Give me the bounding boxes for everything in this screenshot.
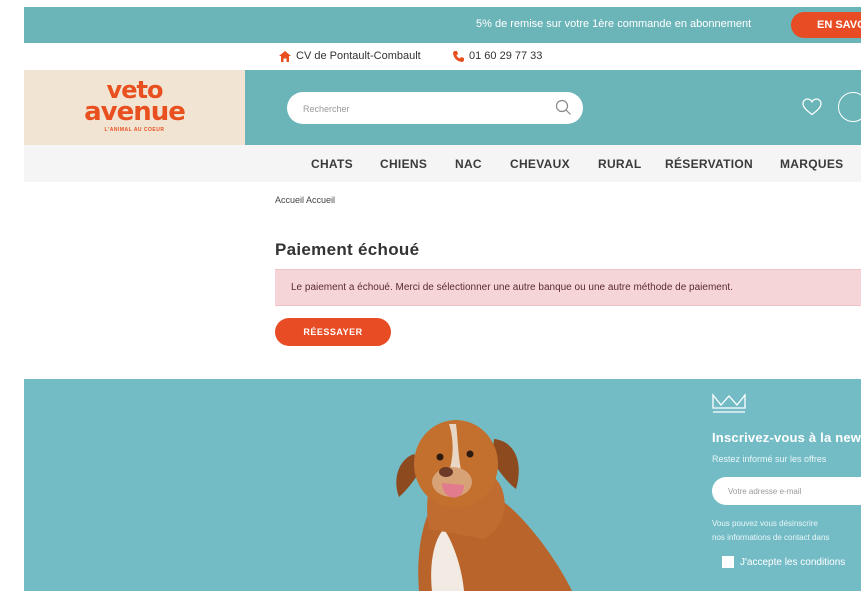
newsletter-note-line-1: Vous pouvez vous désinscrire xyxy=(712,519,818,528)
nav-item-marques[interactable]: MARQUES xyxy=(780,157,843,171)
newsletter-note: Vous pouvez vous désinscrire nos informa… xyxy=(712,517,829,545)
logo-line-2: avenue xyxy=(84,97,186,127)
newsletter-email-input[interactable] xyxy=(712,477,861,505)
nav-item-rural[interactable]: RURAL xyxy=(598,157,642,171)
clinic-name: CV de Pontault-Combault xyxy=(296,50,421,62)
breadcrumb[interactable]: Accueil Accueil xyxy=(275,195,335,205)
heart-icon[interactable] xyxy=(802,98,822,116)
info-bar: CV de Pontault-Combault 01 60 29 77 33 xyxy=(24,43,861,70)
consent-label: J'accepte les conditions xyxy=(740,556,846,568)
consent-checkbox-row[interactable]: J'accepte les conditions xyxy=(722,556,845,568)
logo[interactable]: veto avenue L'ANIMAL AU COEUR xyxy=(24,70,245,145)
page-title: Paiement échoué xyxy=(275,240,420,259)
search-box xyxy=(287,92,583,126)
newsletter-note-line-2: nos informations de contact dans xyxy=(712,533,830,542)
nav-item-chats[interactable]: CHATS xyxy=(311,157,353,171)
main-nav: CHATS CHIENS NAC CHEVAUX RURAL RÉSERVATI… xyxy=(24,145,861,182)
nav-item-chevaux[interactable]: CHEVAUX xyxy=(510,157,570,171)
logo-tagline: L'ANIMAL AU COEUR xyxy=(104,127,165,133)
search-input[interactable] xyxy=(301,92,545,126)
newsletter-title: Inscrivez-vous à la newsletter xyxy=(712,430,861,445)
nav-item-reservation[interactable]: RÉSERVATION xyxy=(665,157,753,171)
newsletter-section: Inscrivez-vous à la newsletter Restez in… xyxy=(24,379,861,591)
account-icon[interactable] xyxy=(838,92,861,122)
promo-banner: 5% de remise sur votre 1ère commande en … xyxy=(24,7,861,43)
nav-item-nac[interactable]: NAC xyxy=(455,157,482,171)
crown-icon xyxy=(712,393,746,413)
retry-button[interactable]: RÉESSAYER xyxy=(275,318,391,346)
nav-item-chiens[interactable]: CHIENS xyxy=(380,157,427,171)
error-alert: Le paiement a échoué. Merci de sélection… xyxy=(275,269,861,306)
page-frame: 5% de remise sur votre 1ère commande en … xyxy=(24,7,861,591)
phone-icon xyxy=(453,50,464,62)
clinic-link[interactable]: CV de Pontault-Combault xyxy=(279,50,421,62)
home-icon xyxy=(279,50,291,62)
promo-more-button[interactable]: EN SAVOIR PLUS xyxy=(791,12,861,38)
phone-link[interactable]: 01 60 29 77 33 xyxy=(453,50,542,62)
consent-checkbox[interactable] xyxy=(722,556,734,568)
search-icon[interactable] xyxy=(555,99,572,116)
phone-number: 01 60 29 77 33 xyxy=(469,50,543,62)
error-message: Le paiement a échoué. Merci de sélection… xyxy=(291,282,733,293)
newsletter-subtitle: Restez informé sur les offres xyxy=(712,454,827,464)
promo-text: 5% de remise sur votre 1ère commande en … xyxy=(476,18,752,30)
site-header: veto avenue L'ANIMAL AU COEUR xyxy=(24,70,861,145)
